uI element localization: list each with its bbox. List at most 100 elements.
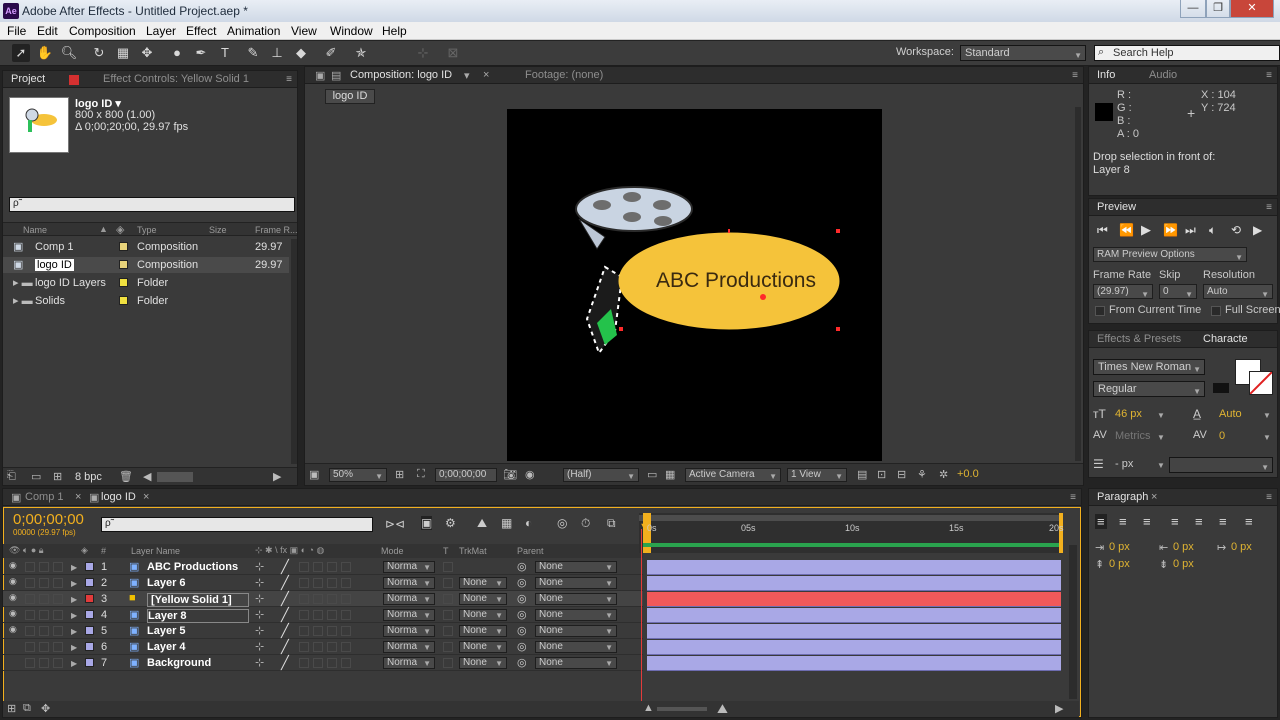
flowchart-icon[interactable]: ⚘ xyxy=(917,468,927,481)
indent-left-value[interactable]: 0 px xyxy=(1109,541,1130,553)
snapshot-icon[interactable]: 📷︎ xyxy=(503,468,517,481)
zoom-slider[interactable] xyxy=(657,707,707,711)
lock-toggle[interactable] xyxy=(53,594,63,604)
layer-row[interactable]: ◉ ▶ 2 ▣ Layer 6 ⊹ ╱ Norma ▼ None ▼ ◎ None ▼ xyxy=(3,575,643,591)
comp-canvas[interactable]: ABC Productions xyxy=(507,109,882,461)
interpret-footage-icon[interactable]: ⎗ xyxy=(7,470,16,483)
tab-audio[interactable]: Audio xyxy=(1149,69,1177,81)
menu-animation[interactable]: Animation xyxy=(227,24,280,38)
frame-blend-switch[interactable] xyxy=(313,594,323,604)
audio-toggle[interactable] xyxy=(39,626,49,636)
stroke-style-select[interactable]: ▼ xyxy=(1169,457,1273,473)
rotate-tool-icon[interactable]: ↻ xyxy=(90,44,108,62)
parent-select[interactable]: None ▼ xyxy=(535,641,617,653)
work-area-start-handle[interactable] xyxy=(643,513,651,553)
tab-effects-presets[interactable]: Effects & Presets xyxy=(1097,333,1181,345)
layer-name[interactable]: Background xyxy=(147,657,211,669)
frame-blend-switch[interactable] xyxy=(313,610,323,620)
expand-triangle-icon[interactable]: ▶ xyxy=(71,563,77,572)
motion-blur-switch[interactable] xyxy=(327,578,337,588)
solo-toggle[interactable] xyxy=(25,578,35,588)
clone-stamp-tool-icon[interactable]: ⊥ xyxy=(268,44,286,62)
quality-switch-icon[interactable]: ╱ xyxy=(281,575,289,591)
chevron-down-icon[interactable]: ▾ xyxy=(464,69,470,82)
ram-preview-icon[interactable]: ▶ xyxy=(1253,223,1262,237)
selection-tool-icon[interactable]: ➚ xyxy=(12,44,30,62)
panel-menu-icon[interactable]: ≡ xyxy=(1072,70,1078,81)
layer-duration-bar[interactable] xyxy=(647,592,1061,607)
tab-footage[interactable]: Footage: (none) xyxy=(525,69,603,81)
chevron-down-icon[interactable]: ▼ xyxy=(1157,461,1165,470)
workspace-select[interactable]: Standard ▼ xyxy=(960,45,1086,61)
bpc-label[interactable]: 8 bpc xyxy=(75,471,102,483)
frame-blend-switch[interactable] xyxy=(313,578,323,588)
preserve-transparency-toggle[interactable] xyxy=(443,658,453,668)
parent-select[interactable]: None ▼ xyxy=(535,657,617,669)
col-frame-rate[interactable]: Frame R... xyxy=(255,225,298,235)
eraser-tool-icon[interactable]: ◆ xyxy=(292,44,310,62)
adjustment-switch[interactable] xyxy=(341,610,351,620)
chevron-down-icon[interactable]: ▼ xyxy=(1263,433,1271,442)
horizontal-scroll-thumb[interactable] xyxy=(157,472,193,482)
tab-comp1[interactable]: Comp 1 xyxy=(25,491,64,503)
tab-composition[interactable]: Composition: logo ID xyxy=(350,69,452,81)
world-axis-icon[interactable]: ⊠ xyxy=(444,44,462,62)
always-preview-icon[interactable]: ▣ xyxy=(309,468,319,481)
shy-switch-icon[interactable]: ⊹ xyxy=(255,656,264,669)
solo-toggle[interactable] xyxy=(25,610,35,620)
expand-stretch-icon[interactable]: ✥ xyxy=(41,702,50,715)
trkmat-select[interactable]: None ▼ xyxy=(459,593,507,605)
axis-mode-icon[interactable]: ⊹ xyxy=(414,44,432,62)
lock-toggle[interactable] xyxy=(53,610,63,620)
indent-first-value[interactable]: 0 px xyxy=(1231,541,1252,553)
pick-whip-icon[interactable]: ◎ xyxy=(517,560,527,573)
lock-toggle[interactable] xyxy=(53,642,63,652)
brainstorm-icon[interactable]: ◎ xyxy=(557,516,567,530)
expand-switches-icon[interactable]: ⊞ xyxy=(7,702,16,715)
fx-switch[interactable] xyxy=(299,658,309,668)
lock-toggle[interactable] xyxy=(53,658,63,668)
fx-switch[interactable] xyxy=(299,594,309,604)
audio-icon[interactable]: 🔈︎ xyxy=(1209,223,1216,238)
zoom-out-icon[interactable]: ▲ xyxy=(643,702,654,714)
label-color-swatch[interactable] xyxy=(85,658,94,667)
close-tab-icon[interactable]: × xyxy=(75,491,81,503)
motion-blur-switch[interactable] xyxy=(327,658,337,668)
no-stroke-swatch[interactable] xyxy=(1249,371,1273,395)
layer-row[interactable]: ◉ ▶ 1 ▣ ABC Productions ⊹ ╱ Norma ▼ ◎ None ▼ xyxy=(3,559,643,575)
project-item[interactable]: ▣ Comp 1 Composition 29.97 xyxy=(3,239,289,255)
stroke-width-value[interactable]: - px xyxy=(1115,458,1133,470)
motion-blur-switch[interactable] xyxy=(327,562,337,572)
preserve-transparency-toggle[interactable] xyxy=(443,594,453,604)
visibility-eye-icon[interactable]: ◉ xyxy=(9,576,17,587)
expand-triangle-icon[interactable]: ▶ xyxy=(71,579,77,588)
timeline-icon[interactable]: ⊟ xyxy=(897,468,906,481)
chevron-down-icon[interactable]: ▼ xyxy=(1157,433,1165,442)
layer-name[interactable]: [Yellow Solid 1] xyxy=(147,593,249,607)
layer-name[interactable]: ABC Productions xyxy=(147,561,238,573)
fx-switch[interactable] xyxy=(299,610,309,620)
label-color-swatch[interactable] xyxy=(119,260,128,269)
visibility-eye-icon[interactable]: ◉ xyxy=(9,608,17,619)
layer-name[interactable]: Layer 5 xyxy=(147,625,186,637)
panel-menu-icon[interactable]: ≡ xyxy=(1266,492,1272,503)
leading-value[interactable]: Auto xyxy=(1219,408,1242,420)
layer-row[interactable]: ▶ 6 ▣ Layer 4 ⊹ ╱ Norma ▼ None ▼ ◎ None ▼ xyxy=(3,639,643,655)
channel-icon[interactable]: ◉ xyxy=(525,468,535,481)
solo-toggle[interactable] xyxy=(25,594,35,604)
layer-duration-bar[interactable] xyxy=(647,624,1061,639)
parent-select[interactable]: None ▼ xyxy=(535,577,617,589)
mode-select[interactable]: Norma ▼ xyxy=(383,593,435,605)
scroll-right-icon[interactable]: ▶ xyxy=(273,470,281,483)
expand-triangle-icon[interactable]: ▶ xyxy=(71,643,77,652)
menu-effect[interactable]: Effect xyxy=(186,24,216,38)
col-layer-name[interactable]: Layer Name xyxy=(131,546,180,556)
hide-shy-icon[interactable]: ⛰ xyxy=(477,516,487,531)
tab-project[interactable]: Project xyxy=(11,73,45,85)
expand-triangle-icon[interactable]: ▶ xyxy=(71,611,77,620)
camera-select[interactable]: Active Camera ▼ xyxy=(685,468,781,482)
exposure-reset-icon[interactable]: ✲ xyxy=(939,468,948,481)
project-scrollbar[interactable] xyxy=(291,239,297,464)
label-color-swatch[interactable] xyxy=(85,626,94,635)
trkmat-select[interactable]: None ▼ xyxy=(459,657,507,669)
